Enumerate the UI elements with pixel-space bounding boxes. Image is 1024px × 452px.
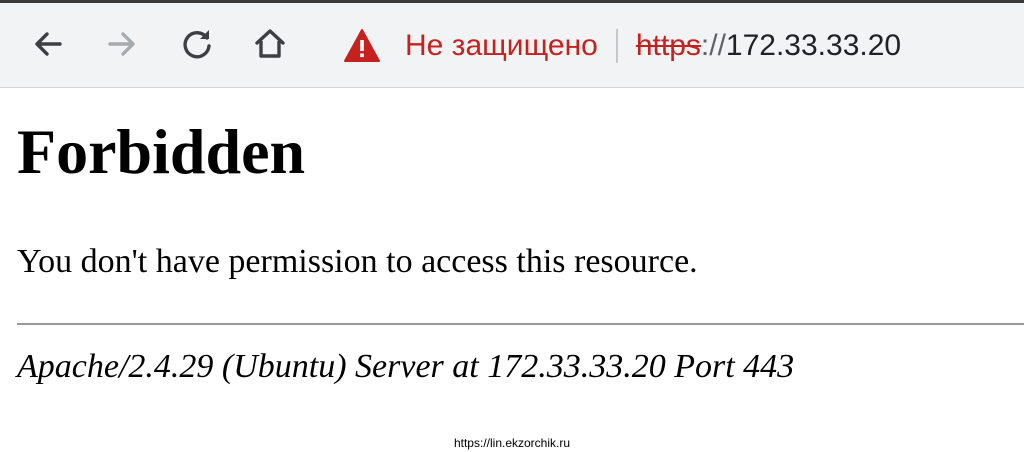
forward-button[interactable]	[100, 22, 144, 66]
reload-button[interactable]	[175, 22, 219, 66]
reload-icon	[183, 30, 211, 59]
url-host: 172.33.33.20	[725, 29, 902, 62]
warning-triangle-icon[interactable]	[343, 28, 381, 64]
address-divider	[615, 29, 618, 63]
address-bar[interactable]: Не защищено https://172.33.33.20	[343, 24, 901, 68]
arrow-left-icon	[35, 32, 62, 56]
window-top-edge	[0, 0, 1024, 3]
home-icon	[255, 29, 285, 58]
arrow-right-icon	[108, 32, 135, 56]
browser-toolbar: Не защищено https://172.33.33.20	[0, 0, 1024, 88]
page-title: Forbidden	[17, 116, 306, 187]
error-message: You don't have permission to access this…	[17, 243, 698, 280]
back-button[interactable]	[26, 22, 70, 66]
server-signature: Apache/2.4.29 (Ubuntu) Server at 172.33.…	[17, 348, 795, 385]
watermark: https://lin.ekzorchik.ru	[453, 436, 571, 450]
security-status-label[interactable]: Не защищено	[405, 24, 598, 68]
divider	[17, 323, 1024, 325]
url-text[interactable]: https://172.33.33.20	[636, 24, 901, 68]
home-button[interactable]	[248, 22, 292, 66]
url-scheme: https	[635, 29, 701, 62]
url-separator: ://	[700, 29, 726, 62]
